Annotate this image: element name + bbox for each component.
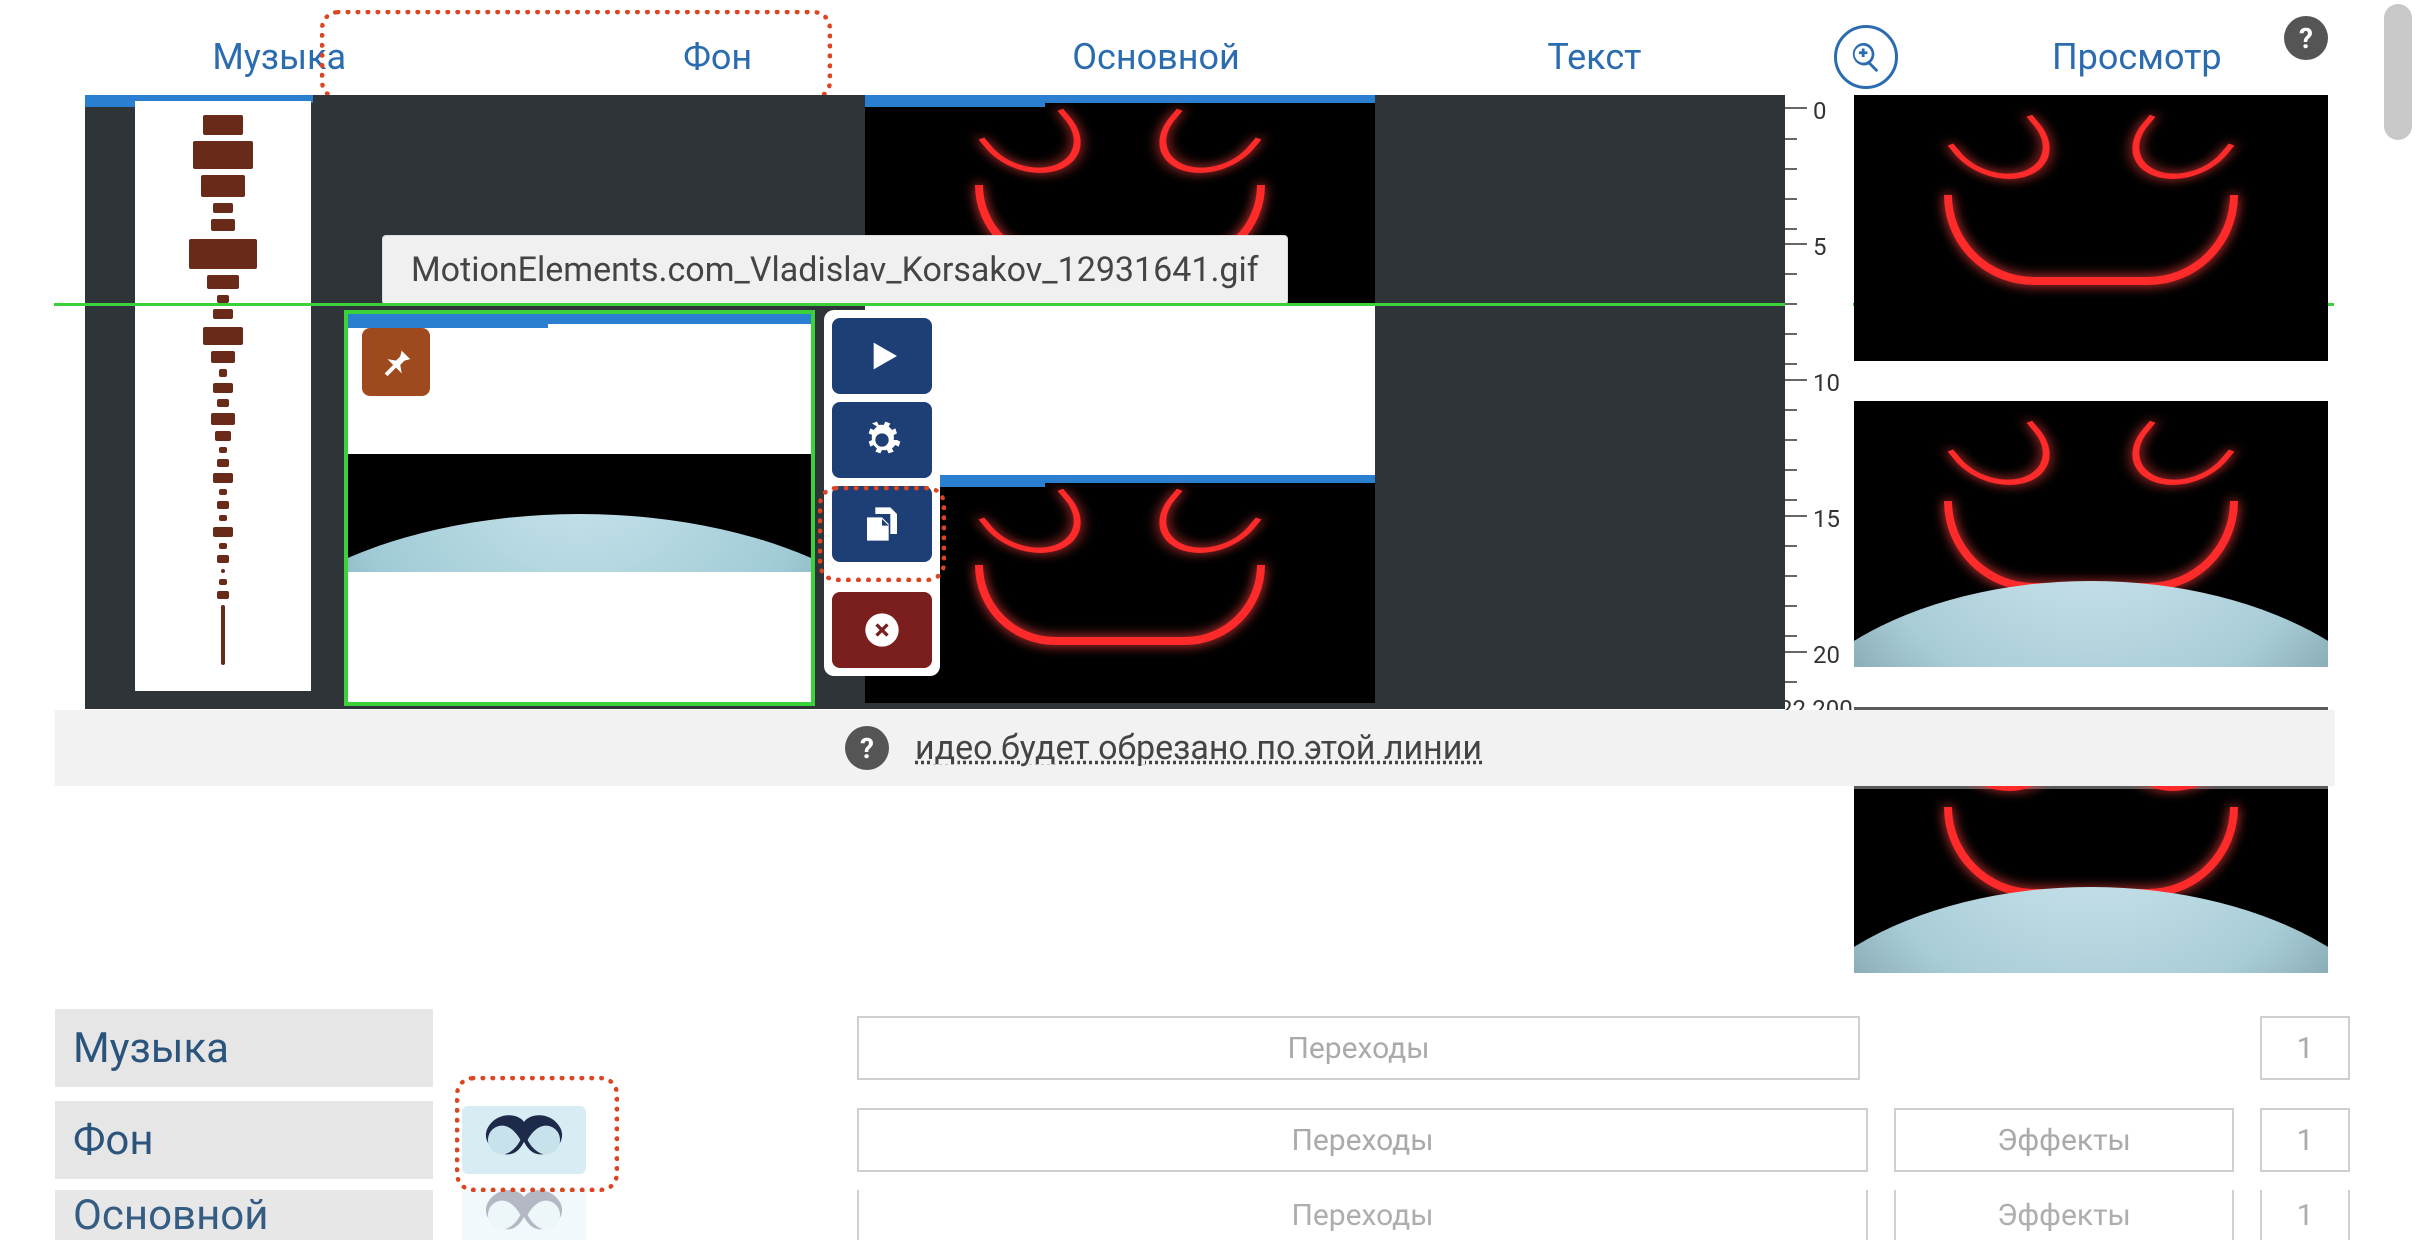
- copy-icon: [862, 504, 902, 544]
- butterfly-icon: [479, 1190, 569, 1240]
- zoom-button[interactable]: [1834, 25, 1898, 89]
- ruler-tick-15: 15: [1813, 505, 1840, 533]
- settings-button[interactable]: [832, 402, 932, 478]
- ruler-tick-5: 5: [1813, 233, 1827, 261]
- copy-button[interactable]: [832, 486, 932, 562]
- play-button[interactable]: [832, 318, 932, 394]
- preview-frame-1[interactable]: [1854, 95, 2328, 361]
- butterfly-thumb[interactable]: [462, 1106, 586, 1174]
- pin-button[interactable]: [362, 328, 430, 396]
- scrollbar[interactable]: [2384, 4, 2412, 140]
- effects-button[interactable]: Эффекты: [1894, 1190, 2234, 1240]
- clip-actions: [824, 310, 940, 676]
- audio-clip[interactable]: [135, 101, 311, 691]
- play-icon: [862, 336, 902, 376]
- layer-label-music[interactable]: Музыка: [55, 1009, 433, 1087]
- tabs-row: Музыка Фон Основной Текст Просмотр: [60, 20, 2356, 94]
- tab-music[interactable]: Музыка: [60, 26, 498, 88]
- clip-filename-tooltip: MotionElements.com_Vladislav_Korsakov_12…: [382, 235, 1288, 305]
- tab-background[interactable]: Фон: [498, 26, 936, 88]
- transitions-button[interactable]: Переходы: [857, 1108, 1868, 1172]
- tab-text[interactable]: Текст: [1375, 26, 1813, 88]
- main-clip-2[interactable]: [865, 475, 1375, 703]
- layer-label-main[interactable]: Основной: [55, 1190, 433, 1240]
- transitions-button[interactable]: Переходы: [857, 1190, 1868, 1240]
- help-icon[interactable]: ?: [845, 726, 889, 770]
- layer-label-background[interactable]: Фон: [55, 1101, 433, 1179]
- layer-row-background: Фон Переходы Эффекты 1: [55, 1098, 2356, 1182]
- help-icon[interactable]: ?: [2284, 16, 2328, 60]
- close-circle-icon: [862, 610, 902, 650]
- earth-graphic: [1854, 877, 2328, 973]
- ruler-tick-10: 10: [1813, 369, 1840, 397]
- waveform: [183, 111, 263, 683]
- background-clip-selected[interactable]: [344, 310, 815, 706]
- earth-graphic: [1854, 571, 2328, 667]
- gear-icon: [862, 420, 902, 460]
- pin-icon: [379, 345, 413, 379]
- transitions-button[interactable]: Переходы: [857, 1016, 1860, 1080]
- devil-face-graphic: [865, 475, 1375, 703]
- ruler-tick-0: 0: [1813, 97, 1827, 125]
- layer-row-music: Музыка Переходы 1: [55, 1006, 2356, 1090]
- audio-track-column: [85, 95, 313, 701]
- count-box[interactable]: 1: [2260, 1016, 2350, 1080]
- layers-panel: Музыка Переходы 1 Фон Переходы Эффекты 1…: [55, 1006, 2356, 1248]
- preview-column: [1854, 95, 2328, 1013]
- magnifier-plus-icon: [1849, 40, 1883, 74]
- devil-face-graphic: [1854, 95, 2328, 361]
- butterfly-thumb-dim[interactable]: [462, 1190, 586, 1240]
- hint-text: идео будет обрезано по этой линии: [915, 728, 1482, 768]
- delete-button[interactable]: [832, 592, 932, 668]
- layer-row-main: Основной Переходы Эффекты 1: [55, 1190, 2356, 1240]
- earth-graphic: [348, 454, 811, 572]
- time-ruler: 0 5 10 15 20 22.200: [1785, 95, 1853, 733]
- app-root: Музыка Фон Основной Текст Просмотр ?: [0, 0, 2416, 1216]
- count-box[interactable]: 1: [2260, 1108, 2350, 1172]
- tab-main[interactable]: Основной: [937, 26, 1375, 88]
- butterfly-icon: [479, 1110, 569, 1170]
- ruler-tick-20: 20: [1813, 641, 1840, 669]
- effects-button[interactable]: Эффекты: [1894, 1108, 2234, 1172]
- preview-frame-2[interactable]: [1854, 401, 2328, 667]
- count-box[interactable]: 1: [2260, 1190, 2350, 1240]
- hint-bar: ? идео будет обрезано по этой линии: [55, 710, 2335, 786]
- main-clip-gap: [865, 305, 1375, 475]
